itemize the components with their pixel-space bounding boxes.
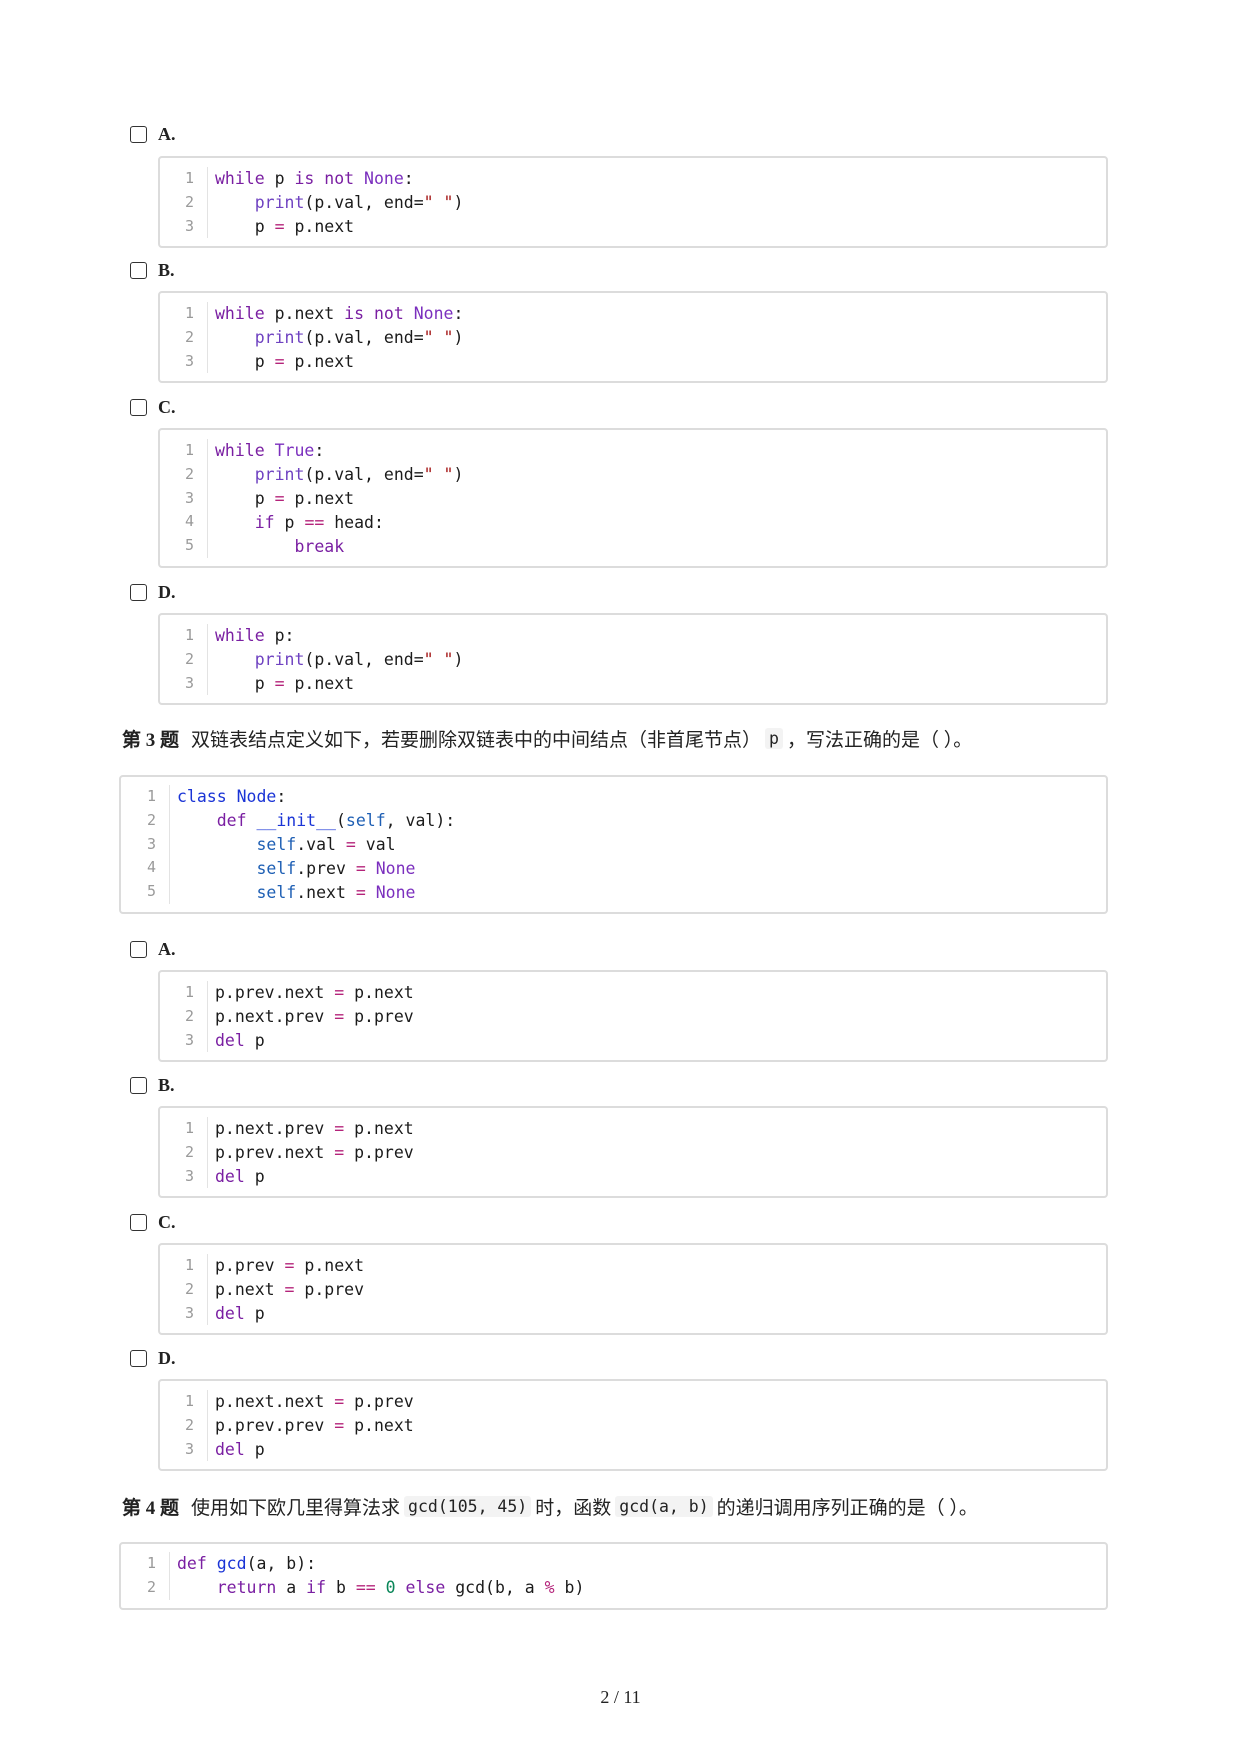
code-line: 1 p.next.prev = p.next (160, 1117, 1106, 1141)
code-line: 4 if p == head: (160, 510, 1106, 535)
q3-option-b[interactable]: B. (130, 1072, 175, 1098)
code-line: 1 while p is not None: (160, 167, 1106, 191)
checkbox[interactable] (130, 1076, 147, 1094)
code-line: 1 while True: (160, 439, 1106, 463)
option-letter: B. (158, 1074, 175, 1095)
page-number: 2 / 11 (600, 1687, 641, 1707)
question-text: 使用如下欧几里得算法求 (191, 1498, 401, 1519)
code-line: 3 self.val = val (121, 832, 1106, 857)
checkbox[interactable] (130, 1349, 147, 1367)
q2-option-c[interactable]: C. (130, 394, 176, 420)
code-line: 2 return a if b == 0 else gcd(b, a % b) (121, 1575, 1106, 1600)
q2-option-b[interactable]: B. (130, 257, 175, 283)
option-letter: D. (158, 1347, 176, 1368)
q3-option-c-code: 1 p.prev = p.next 2 p.next = p.prev 3 del p (158, 1243, 1108, 1335)
question-number: 第 4 题 (122, 1498, 180, 1519)
q2-option-a-code: 1 while p is not None: 2 print(p.val, end… (158, 156, 1108, 248)
code-line: 5 self.next = None (121, 880, 1106, 904)
option-letter: A. (158, 123, 176, 144)
code-line: 3 del p (160, 1164, 1106, 1189)
code-line: 5 break (160, 534, 1106, 558)
code-line: 1 p.prev.next = p.next (160, 981, 1106, 1005)
q3-option-a[interactable]: A. (130, 936, 176, 962)
checkbox[interactable] (130, 125, 147, 143)
checkbox[interactable] (130, 583, 147, 601)
question-text: 时，函数 (535, 1498, 612, 1519)
q3-option-b-code: 1 p.next.prev = p.next 2 p.prev.next = p.p… (158, 1106, 1108, 1198)
option-letter: A. (158, 938, 176, 959)
question-number: 第 3 题 (122, 730, 180, 751)
option-letter: D. (158, 581, 176, 602)
question-text: 双链表结点定义如下，若要删除双链表中的中间结点（非首尾节点） (191, 730, 762, 751)
inline-code: p (765, 728, 783, 749)
q3-option-a-code: 1 p.prev.next = p.next 2 p.next.prev = p.p… (158, 970, 1108, 1062)
option-letter: C. (158, 1211, 176, 1232)
option-letter: C. (158, 396, 176, 417)
code-line: 1 while p: (160, 624, 1106, 648)
code-line: 2 p.prev.prev = p.next (160, 1413, 1106, 1438)
checkbox[interactable] (130, 1213, 147, 1231)
code-line: 1 class Node: (121, 785, 1106, 809)
code-line: 3 del p (160, 1301, 1106, 1326)
code-line: 3 p = p.next (160, 214, 1106, 239)
code-line: 1 while p.next is not None: (160, 302, 1106, 326)
code-line: 2 def __init__(self, val): (121, 808, 1106, 833)
q3-option-d[interactable]: D. (130, 1345, 176, 1371)
q2-option-a[interactable]: A. (130, 121, 176, 147)
q2-option-c-code: 1 while True: 2 print(p.val, end=" ") 3 p… (158, 428, 1108, 568)
code-line: 2 print(p.val, end=" ") (160, 647, 1106, 672)
q3-node-code: 1 class Node: 2 def __init__(self, val): … (119, 775, 1108, 914)
q4-gcd-code: 1 def gcd(a, b): 2 return a if b == 0 els… (119, 1542, 1108, 1610)
q3-option-c[interactable]: C. (130, 1209, 176, 1235)
code-line: 1 p.next.next = p.prev (160, 1390, 1106, 1414)
question-3-stem: 第 3 题 双链表结点定义如下，若要删除双链表中的中间结点（非首尾节点） p ，… (122, 725, 972, 752)
code-line: 2 print(p.val, end=" ") (160, 190, 1106, 215)
code-line: 2 print(p.val, end=" ") (160, 325, 1106, 350)
checkbox[interactable] (130, 398, 147, 416)
code-line: 3 p = p.next (160, 671, 1106, 696)
inline-code: gcd(105, 45) (404, 1496, 532, 1517)
code-line: 1 def gcd(a, b): (121, 1552, 1106, 1576)
checkbox[interactable] (130, 940, 147, 958)
checkbox[interactable] (130, 261, 147, 279)
code-line: 2 print(p.val, end=" ") (160, 462, 1106, 487)
code-line: 3 p = p.next (160, 486, 1106, 511)
code-line: 2 p.next = p.prev (160, 1277, 1106, 1302)
code-line: 3 p = p.next (160, 349, 1106, 374)
question-text: ，写法正确的是（ ）。 (786, 730, 973, 751)
q3-option-d-code: 1 p.next.next = p.prev 2 p.prev.prev = p.n… (158, 1379, 1108, 1471)
question-4-stem: 第 4 题 使用如下欧几里得算法求 gcd(105, 45) 时，函数 gcd(… (122, 1493, 978, 1520)
q2-option-d[interactable]: D. (130, 579, 176, 605)
q2-option-d-code: 1 while p: 2 print(p.val, end=" ") 3 p = … (158, 613, 1108, 705)
code-line: 2 p.prev.next = p.prev (160, 1140, 1106, 1165)
option-letter: B. (158, 259, 175, 280)
code-line: 1 p.prev = p.next (160, 1254, 1106, 1278)
code-line: 2 p.next.prev = p.prev (160, 1004, 1106, 1029)
q2-option-b-code: 1 while p.next is not None: 2 print(p.val… (158, 291, 1108, 383)
inline-code: gcd(a, b) (615, 1496, 713, 1517)
code-line: 4 self.prev = None (121, 856, 1106, 881)
code-line: 3 del p (160, 1028, 1106, 1053)
question-text: 的递归调用序列正确的是（ ）。 (716, 1498, 978, 1519)
code-line: 3 del p (160, 1437, 1106, 1462)
